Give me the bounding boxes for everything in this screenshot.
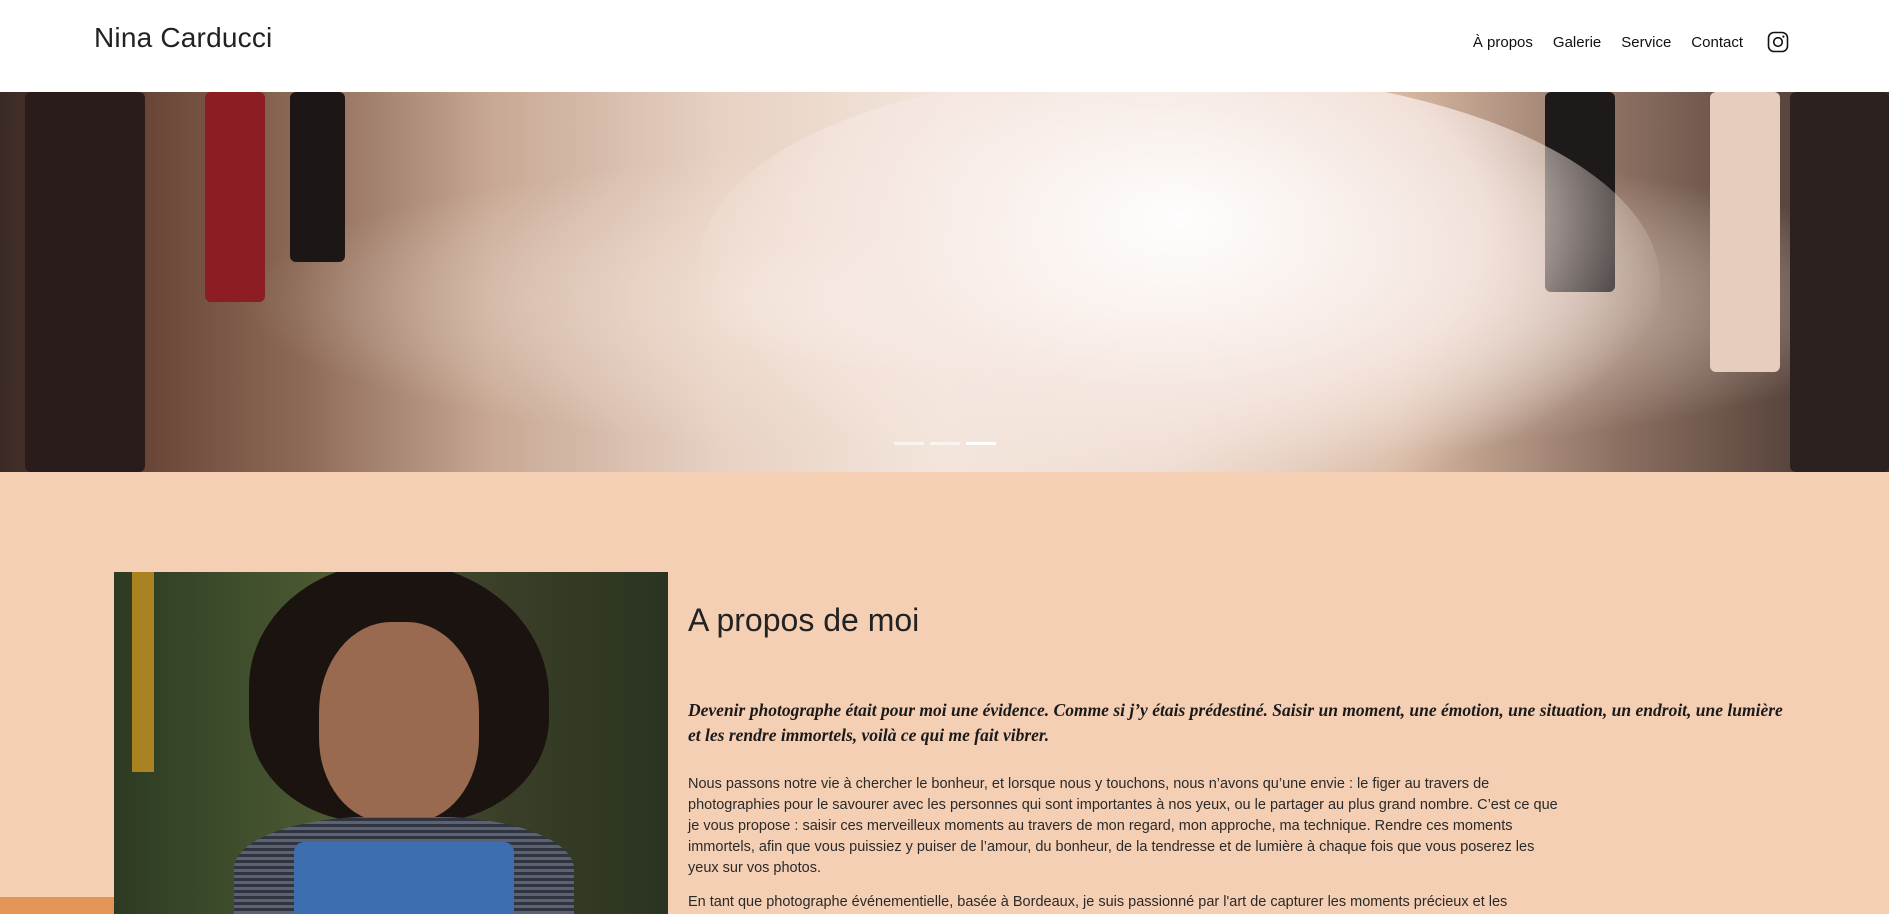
about-paragraph-2: En tant que photographe événementielle, …	[688, 894, 1508, 910]
portrait-background-detail	[132, 572, 154, 772]
hero-guest-figure	[1790, 92, 1889, 472]
hero-bride-dress	[700, 92, 1660, 472]
nav-link-service[interactable]: Service	[1621, 34, 1671, 51]
hero-guest-figure	[1710, 92, 1780, 372]
nav-link-gallery[interactable]: Galerie	[1553, 34, 1601, 51]
nav-link-contact[interactable]: Contact	[1691, 34, 1743, 51]
site-header: Nina Carducci À propos Galerie Service C…	[0, 0, 1889, 92]
instagram-icon[interactable]	[1767, 31, 1789, 53]
main-nav: À propos Galerie Service Contact	[1473, 31, 1789, 53]
brand-logo[interactable]: Nina Carducci	[94, 22, 272, 54]
carousel-indicators	[894, 442, 996, 445]
portrait-face	[319, 622, 479, 822]
about-lead: Devenir photographe était pour moi une é…	[688, 700, 1783, 745]
nav-link-about[interactable]: À propos	[1473, 34, 1533, 51]
portrait-overalls	[294, 842, 514, 914]
carousel-indicator-2[interactable]	[930, 442, 960, 445]
accent-bar	[0, 897, 114, 914]
about-paragraph-1: Nous passons notre vie à chercher le bon…	[688, 776, 1558, 876]
hero-guest-figure	[205, 92, 265, 302]
about-title: A propos de moi	[688, 602, 920, 638]
carousel-indicator-1[interactable]	[894, 442, 924, 445]
hero-guest-figure	[25, 92, 145, 472]
portrait-photo	[114, 572, 668, 914]
hero-guest-figure	[290, 92, 345, 262]
about-section: A propos de moi Devenir photographe étai…	[0, 472, 1889, 914]
carousel-indicator-3[interactable]	[966, 442, 996, 445]
hero-carousel[interactable]	[0, 92, 1889, 472]
